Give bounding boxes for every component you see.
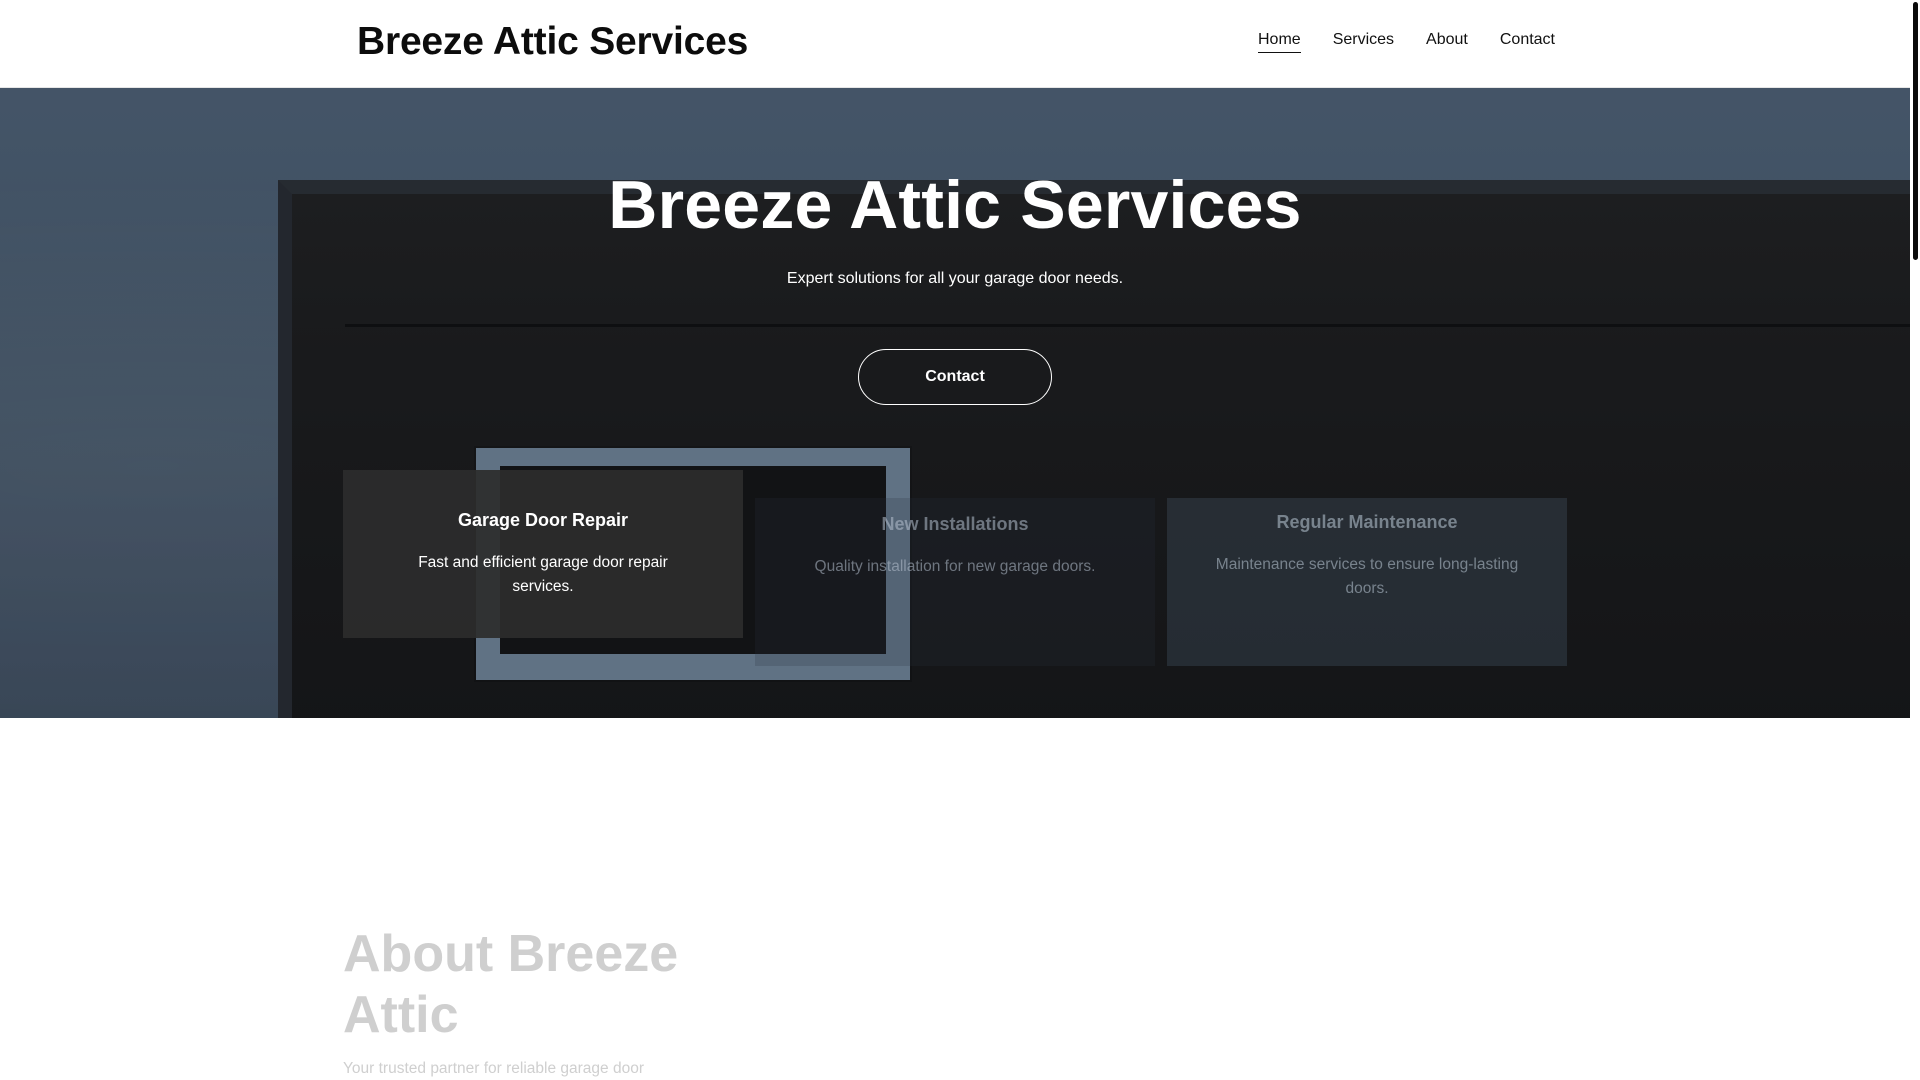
hero-subtitle: Expert solutions for all your garage doo… bbox=[786, 270, 1124, 287]
page-scrollbar[interactable] bbox=[1910, 0, 1920, 1080]
about-title: About Breeze Attic bbox=[343, 925, 679, 1044]
contact-button[interactable]: Contact bbox=[858, 349, 1052, 405]
nav-item-services[interactable]: Services bbox=[1333, 31, 1394, 53]
nav-item-contact[interactable]: Contact bbox=[1500, 31, 1555, 53]
service-card-title: New Installations bbox=[881, 514, 1029, 534]
scrollbar-thumb[interactable] bbox=[1913, 2, 1918, 260]
hero-title: Breeze Attic Services bbox=[608, 167, 1302, 243]
about-section: About Breeze Attic Your trusted partner … bbox=[0, 718, 1910, 1080]
site-header: Breeze Attic Services Home Services Abou… bbox=[0, 0, 1910, 88]
nav-item-home[interactable]: Home bbox=[1258, 31, 1301, 53]
service-card-text: Maintenance services to ensure long-last… bbox=[1215, 556, 1519, 597]
about-text: Your trusted partner for reliable garage… bbox=[343, 1060, 645, 1077]
service-card-installations[interactable]: New Installations Quality installation f… bbox=[755, 498, 1155, 666]
service-card-maintenance[interactable]: Regular Maintenance Maintenance services… bbox=[1167, 498, 1567, 666]
page: Breeze Attic Services Home Services Abou… bbox=[0, 0, 1910, 1080]
brand-logo-text[interactable]: Breeze Attic Services bbox=[357, 20, 748, 64]
service-card-text: Fast and efficient garage door repair se… bbox=[418, 554, 668, 595]
service-card-repair[interactable]: Garage Door Repair Fast and efficient ga… bbox=[343, 470, 743, 638]
service-card-text: Quality installation for new garage door… bbox=[814, 558, 1096, 575]
service-card-title: Garage Door Repair bbox=[457, 510, 629, 530]
nav-item-about[interactable]: About bbox=[1426, 31, 1468, 53]
hero-section: Breeze Attic Services Expert solutions f… bbox=[0, 88, 1910, 718]
service-card-title: Regular Maintenance bbox=[1276, 512, 1458, 532]
main-nav: Home Services About Contact bbox=[1258, 31, 1555, 53]
